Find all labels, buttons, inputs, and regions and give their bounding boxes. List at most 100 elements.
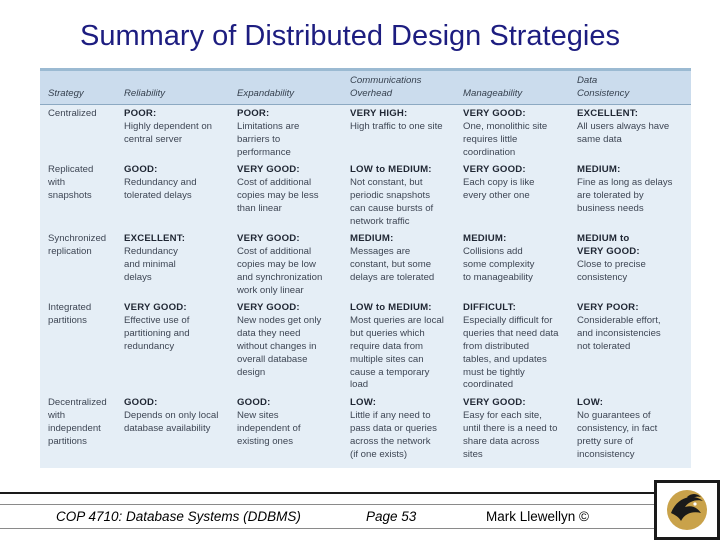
cell-line: All users always have <box>577 120 670 132</box>
cell-line: No guarantees of <box>577 409 651 421</box>
rating-label: POOR: <box>124 108 157 119</box>
cell-line: business needs <box>577 202 644 214</box>
cell-line: multiple sites can <box>350 353 424 365</box>
column-header: Expandability <box>237 88 294 101</box>
footer-rule-bottom <box>0 528 654 529</box>
cell-line: Easy for each site, <box>463 409 542 421</box>
cell-line: Communications <box>350 75 422 86</box>
rating-label: VERY HIGH: <box>350 108 408 119</box>
cell-line: design <box>237 366 266 378</box>
cell-line: pretty sure of <box>577 435 633 447</box>
cell-line: partitions <box>48 314 87 326</box>
cell-line: Collisions add <box>463 245 523 257</box>
cell-line: snapshots <box>48 189 92 201</box>
cell-line: Reliability <box>124 88 166 99</box>
cell-line: High traffic to one site <box>350 120 443 132</box>
cell-line: barriers to <box>237 133 281 145</box>
cell-line: delays <box>124 271 152 283</box>
cell-line: New nodes get only <box>237 314 322 326</box>
rating-label: GOOD: <box>237 397 271 408</box>
strategy-name: Integrated partitions <box>48 302 91 328</box>
cell-line: but queries which <box>350 327 425 339</box>
rating-label: LOW: <box>350 397 377 408</box>
table-cell: EXCELLENT: All users always have same data <box>577 108 689 147</box>
cell-line: Close to precise <box>577 258 646 270</box>
cell-line: Effective use of <box>124 314 190 326</box>
cell-line: Each copy is like <box>463 176 535 188</box>
table-cell: LOW: Little if any need to pass data or qu… <box>350 397 462 462</box>
rating-label: GOOD: <box>124 397 158 408</box>
cell-line: require data from <box>350 340 424 352</box>
cell-line: than linear <box>237 202 282 214</box>
rating-label: LOW to MEDIUM: <box>350 164 432 175</box>
cell-line: database availability <box>124 422 211 434</box>
column-header: Reliability <box>124 88 165 101</box>
cell-line: to manageability <box>463 271 533 283</box>
cell-line: Considerable effort, <box>577 314 661 326</box>
table-cell: VERY GOOD: Each copy is like every other o… <box>463 164 575 203</box>
rating-label: EXCELLENT: <box>124 233 186 244</box>
cell-line: coordinated <box>463 379 514 391</box>
cell-line: data they need <box>237 327 301 339</box>
rating-label: MEDIUM to <box>577 233 630 244</box>
table-cell: MEDIUM: Collisions add some complexity to m… <box>463 233 575 285</box>
cell-line: Integrated <box>48 302 92 313</box>
cell-line: inconsistency <box>577 448 635 460</box>
cell-line: replication <box>48 245 92 257</box>
rating-label: VERY GOOD: <box>237 164 300 175</box>
cell-line: performance <box>237 146 291 158</box>
cell-line: redundancy <box>124 340 175 352</box>
rating-label: VERY GOOD: <box>577 245 640 257</box>
cell-line: copies may be less <box>237 189 319 201</box>
cell-line: Not constant, but <box>350 176 423 188</box>
table-cell: VERY GOOD: New nodes get only data they ne… <box>237 302 349 379</box>
rating-label: VERY GOOD: <box>124 302 187 313</box>
cell-line: delays are tolerated <box>350 271 435 283</box>
cell-line: New sites <box>237 409 279 421</box>
table-cell: VERY GOOD: Easy for each site, until there… <box>463 397 575 462</box>
cell-line: One, monolithic site <box>463 120 548 132</box>
cell-line: independent <box>48 422 101 434</box>
cell-line: load <box>350 379 369 391</box>
table-cell: VERY GOOD: Cost of additional copies may b… <box>237 164 349 216</box>
table-cell: LOW to MEDIUM: Not constant, but periodic … <box>350 164 462 229</box>
strategy-name: Centralized <box>48 108 97 121</box>
table-cell: VERY GOOD: Effective use of partitioning a… <box>124 302 236 354</box>
cell-line: Expandability <box>237 88 295 99</box>
strategy-table: Strategy Reliability Expandability Communic… <box>40 68 691 468</box>
strategy-name: Replicated with snapshots <box>48 164 93 203</box>
cell-line: Strategy <box>48 88 84 99</box>
cell-line: work only linear <box>237 284 304 296</box>
rating-label: VERY GOOD: <box>463 397 526 408</box>
rating-label: LOW to MEDIUM: <box>350 302 432 313</box>
strategy-name: Decentralized with independent partitions <box>48 397 107 449</box>
rating-label: LOW: <box>577 397 604 408</box>
column-header: Data Consistency <box>577 75 629 101</box>
table-cell: MEDIUM: Messages are constant, but some del… <box>350 233 462 285</box>
cell-line: queries that need data <box>463 327 559 339</box>
rating-label: VERY POOR: <box>577 302 639 313</box>
rating-label: MEDIUM: <box>577 164 621 175</box>
cell-line: tolerated delays <box>124 189 192 201</box>
footer-rule-top <box>0 492 654 494</box>
cell-line: Most queries are local <box>350 314 444 326</box>
cell-line: from distributed <box>463 340 530 352</box>
cell-line: partitioning and <box>124 327 190 339</box>
cell-line: every other one <box>463 189 530 201</box>
cell-line: periodic snapshots <box>350 189 430 201</box>
rating-label: MEDIUM: <box>463 233 507 244</box>
rating-label: GOOD: <box>124 164 158 175</box>
table-cell: GOOD: Depends on only local database avail… <box>124 397 236 436</box>
cell-line: share data across <box>463 435 540 447</box>
cell-line: Cost of additional <box>237 176 312 188</box>
cell-line: existing ones <box>237 435 293 447</box>
cell-line: Data <box>577 75 598 86</box>
column-header: Communications Overhead <box>350 75 421 101</box>
cell-line: Limitations are <box>237 120 300 132</box>
cell-line: Overhead <box>350 87 393 99</box>
cell-line: Centralized <box>48 108 97 119</box>
cell-line: can cause bursts of <box>350 202 434 214</box>
ucf-pegasus-logo-icon <box>654 480 720 540</box>
table-cell: MEDIUM: Fine as long as delays are tolerat… <box>577 164 689 216</box>
cell-line: Redundancy and <box>124 176 197 188</box>
